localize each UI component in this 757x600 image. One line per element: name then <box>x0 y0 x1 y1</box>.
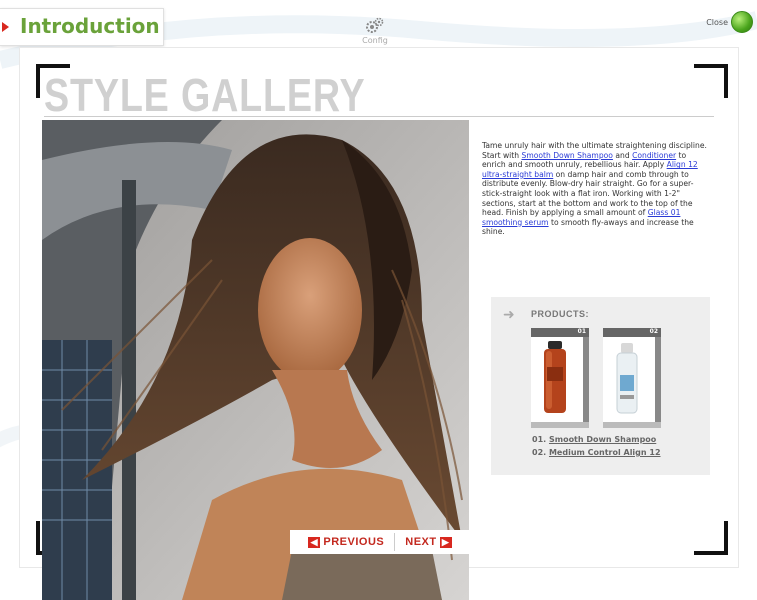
product-card-shampoo[interactable]: 01 <box>531 328 589 428</box>
align-bottle-icon <box>616 343 638 414</box>
products-heading: PRODUCTS: <box>531 309 589 319</box>
product-link-smooth-down-shampoo[interactable]: Smooth Down Shampoo <box>549 435 656 444</box>
config-label: Config <box>362 36 388 45</box>
product-list: 01. Smooth Down Shampoo 02. Medium Contr… <box>532 433 661 459</box>
product-link-medium-control-align-12[interactable]: Medium Control Align 12 <box>549 448 661 457</box>
title-divider <box>44 116 714 117</box>
close-button[interactable]: Close <box>706 11 753 33</box>
gallery-title: STYLE GALLERY <box>44 69 366 121</box>
style-description: Tame unruly hair with the ultimate strai… <box>482 141 712 237</box>
smooth-down-shampoo-link[interactable]: Smooth Down Shampoo <box>522 151 613 160</box>
introduction-tab-label: Introduction <box>20 14 160 38</box>
product-number: 01 <box>577 328 586 335</box>
gallery-navigation: ◀ PREVIOUS NEXT ▶ <box>290 530 470 554</box>
frame-corner <box>694 64 728 98</box>
right-arrow-icon: ▶ <box>439 536 452 548</box>
style-gallery-panel: STYLE GALLERY ◀ PREVIOUS NEXT ▶ Tame unr… <box>20 48 738 600</box>
next-label: NEXT <box>405 536 437 548</box>
shampoo-bottle-icon <box>544 341 566 413</box>
right-arrow-icon: ➜ <box>503 307 515 323</box>
introduction-tab[interactable]: Introduction <box>0 8 164 46</box>
conditioner-link[interactable]: Conditioner <box>632 151 676 160</box>
products-panel: ➜ PRODUCTS: 01 02 01. Smooth Down Shampo… <box>491 297 710 475</box>
previous-label: PREVIOUS <box>323 536 385 548</box>
style-photo <box>42 120 469 600</box>
list-item: 01. Smooth Down Shampoo <box>532 433 661 446</box>
close-circle-icon <box>731 11 753 33</box>
list-item: 02. Medium Control Align 12 <box>532 446 661 459</box>
description-text: and <box>612 150 633 160</box>
nav-divider <box>394 533 396 551</box>
config-gear-icon <box>366 17 384 33</box>
previous-button[interactable]: ◀ PREVIOUS <box>308 536 384 548</box>
red-arrow-icon <box>2 22 9 32</box>
product-number: 02 <box>649 328 658 335</box>
frame-corner <box>694 521 728 555</box>
product-card-align-12[interactable]: 02 <box>603 328 661 428</box>
left-arrow-icon: ◀ <box>308 536 321 548</box>
next-button[interactable]: NEXT ▶ <box>405 536 452 548</box>
product-prefix: 01. <box>532 435 547 444</box>
product-prefix: 02. <box>532 448 547 457</box>
close-label: Close <box>706 17 728 27</box>
